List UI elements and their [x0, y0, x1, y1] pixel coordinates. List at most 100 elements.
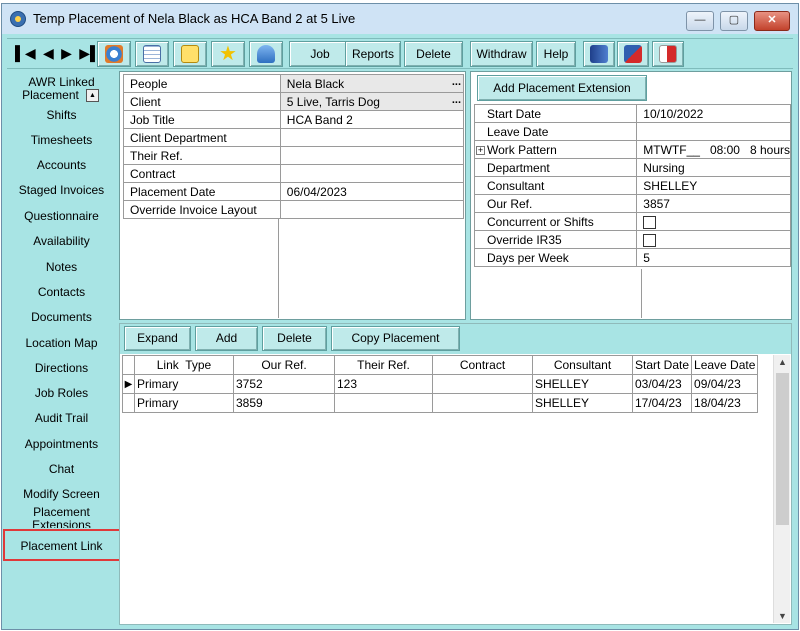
sidebar-item-documents[interactable]: Documents [10, 311, 113, 324]
next-record-icon[interactable]: ▶ [61, 45, 72, 62]
cell-leave-date[interactable]: 09/04/23 [691, 374, 759, 394]
job-button[interactable]: Job [289, 41, 351, 67]
field-label: Work Pattern [487, 142, 557, 157]
help-button[interactable]: Help [536, 41, 576, 67]
cell-contract[interactable] [432, 374, 533, 394]
client-field[interactable]: 5 Live, Tarris Dog ... [279, 92, 465, 111]
field-row-start-date: Start Date 10/10/2022 [473, 104, 791, 123]
column-header-contract[interactable]: Contract [432, 355, 533, 375]
delete-link-button[interactable]: Delete [262, 326, 327, 351]
column-header-leave-date[interactable]: Leave Date [691, 355, 759, 375]
cell-link-type[interactable]: Primary [134, 393, 234, 413]
delete-button[interactable]: Delete [404, 41, 463, 67]
title-bar: Temp Placement of Nela Black as HCA Band… [2, 4, 798, 34]
note-button[interactable] [173, 41, 207, 67]
row-indicator [122, 393, 135, 413]
cell-consultant[interactable]: SHELLEY [532, 374, 633, 394]
column-header-our-ref[interactable]: Our Ref. [233, 355, 335, 375]
sidebar-item-directions[interactable]: Directions [10, 362, 113, 375]
field-value: Nela Black [286, 76, 345, 91]
export-button[interactable] [617, 41, 649, 67]
cell-leave-date[interactable]: 18/04/23 [691, 393, 759, 413]
field-label: Department [473, 158, 638, 177]
placement-date-field[interactable]: 06/04/2023 [279, 182, 465, 201]
our-ref-field[interactable]: 3857 [636, 194, 791, 213]
scroll-up-icon[interactable]: ▲ [774, 357, 791, 367]
column-header-their-ref[interactable]: Their Ref. [334, 355, 433, 375]
scroll-up-icon[interactable]: ▲ [86, 89, 99, 102]
sidebar-item-appointments[interactable]: Appointments [10, 438, 113, 451]
first-record-icon[interactable]: ▌◀ [15, 45, 36, 62]
phone-button[interactable] [249, 41, 283, 67]
sidebar-item-staged-invoices[interactable]: Staged Invoices [10, 184, 113, 197]
leave-date-field[interactable] [636, 122, 791, 141]
contact-book-button[interactable] [583, 41, 615, 67]
sidebar-item-placement-extensions[interactable]: Placement Extensions [10, 506, 113, 528]
sidebar-item-notes[interactable]: Notes [10, 261, 113, 274]
reports-button[interactable]: Reports [345, 41, 401, 67]
cell-consultant[interactable]: SHELLEY [532, 393, 633, 413]
links-scrollbar[interactable]: ▲ ▼ [773, 355, 790, 623]
their-ref-field[interactable] [279, 146, 465, 165]
add-placement-extension-button[interactable]: Add Placement Extension [477, 75, 647, 101]
exit-button[interactable] [652, 41, 684, 67]
sidebar-item-modify-screen[interactable]: Modify Screen [10, 488, 113, 501]
sidebar-item-timesheets[interactable]: Timesheets [10, 134, 113, 147]
client-department-field[interactable] [279, 128, 465, 147]
cell-their-ref[interactable] [334, 393, 433, 413]
table-row[interactable]: Primary 3859 SHELLEY 17/04/23 18/04/23 [122, 393, 759, 413]
row-indicator-header [122, 355, 135, 375]
days-per-week-field[interactable]: 5 [636, 248, 791, 267]
cell-link-type[interactable]: Primary [134, 374, 234, 394]
expand-button[interactable]: Expand [124, 326, 191, 351]
sidebar-item-availability[interactable]: Availability [10, 235, 113, 248]
cell-their-ref[interactable]: 123 [334, 374, 433, 394]
maximize-button[interactable]: ▢ [720, 11, 748, 31]
lookup-ellipsis-icon[interactable]: ... [452, 95, 461, 106]
sidebar-item-audit-trail[interactable]: Audit Trail [10, 412, 113, 425]
sidebar-item-shifts[interactable]: Shifts [10, 109, 113, 122]
sidebar-item-label: Extensions [32, 518, 91, 529]
override-ir35-checkbox[interactable] [643, 233, 657, 247]
start-date-field[interactable]: 10/10/2022 [636, 104, 791, 123]
expand-plus-icon[interactable]: + [476, 145, 485, 155]
work-pattern-field[interactable]: MTWTF__ 08:00 8 hours [636, 140, 791, 159]
previous-record-icon[interactable]: ◀ [43, 45, 54, 62]
column-header-consultant[interactable]: Consultant [532, 355, 633, 375]
refresh-button[interactable] [97, 41, 131, 67]
column-header-start-date[interactable]: Start Date [631, 355, 693, 375]
copy-placement-button[interactable]: Copy Placement [331, 326, 460, 351]
people-field[interactable]: Nela Black ... [279, 74, 465, 93]
concurrent-or-shifts-checkbox[interactable] [643, 215, 657, 229]
sidebar-item-location-map[interactable]: Location Map [10, 337, 113, 350]
contract-field[interactable] [279, 164, 465, 183]
department-field[interactable]: Nursing [636, 158, 791, 177]
scrollbar-thumb[interactable] [776, 373, 789, 525]
field-row-placement-date: Placement Date 06/04/2023 [123, 182, 465, 201]
cell-contract[interactable] [432, 393, 533, 413]
table-row[interactable]: ▶ Primary 3752 123 SHELLEY 03/04/23 09/0… [122, 374, 759, 394]
job-title-field[interactable]: HCA Band 2 [279, 110, 465, 129]
cell-our-ref[interactable]: 3752 [233, 374, 335, 394]
override-invoice-layout-field[interactable] [279, 200, 465, 219]
withdraw-button[interactable]: Withdraw [470, 41, 533, 67]
field-row-client-department: Client Department [123, 128, 465, 147]
favourite-button[interactable]: ★ [211, 41, 245, 67]
cell-start-date[interactable]: 17/04/23 [631, 393, 693, 413]
sidebar-item-job-roles[interactable]: Job Roles [10, 387, 113, 400]
add-link-button[interactable]: Add [195, 326, 258, 351]
consultant-field[interactable]: SHELLEY [636, 176, 791, 195]
sidebar-item-contacts[interactable]: Contacts [10, 286, 113, 299]
field-row-concurrent-or-shifts: Concurrent or Shifts [473, 212, 791, 231]
cell-start-date[interactable]: 03/04/23 [631, 374, 693, 394]
scroll-down-icon[interactable]: ▼ [774, 611, 791, 621]
sidebar-item-questionnaire[interactable]: Questionnaire [10, 210, 113, 223]
sidebar-item-accounts[interactable]: Accounts [10, 159, 113, 172]
column-header-link-type[interactable]: Link Type [134, 355, 234, 375]
sidebar-item-chat[interactable]: Chat [10, 463, 113, 476]
minimize-button[interactable]: — [686, 11, 714, 31]
calendar-button[interactable] [135, 41, 169, 67]
close-button[interactable]: ✕ [754, 11, 790, 31]
lookup-ellipsis-icon[interactable]: ... [452, 77, 461, 88]
cell-our-ref[interactable]: 3859 [233, 393, 335, 413]
